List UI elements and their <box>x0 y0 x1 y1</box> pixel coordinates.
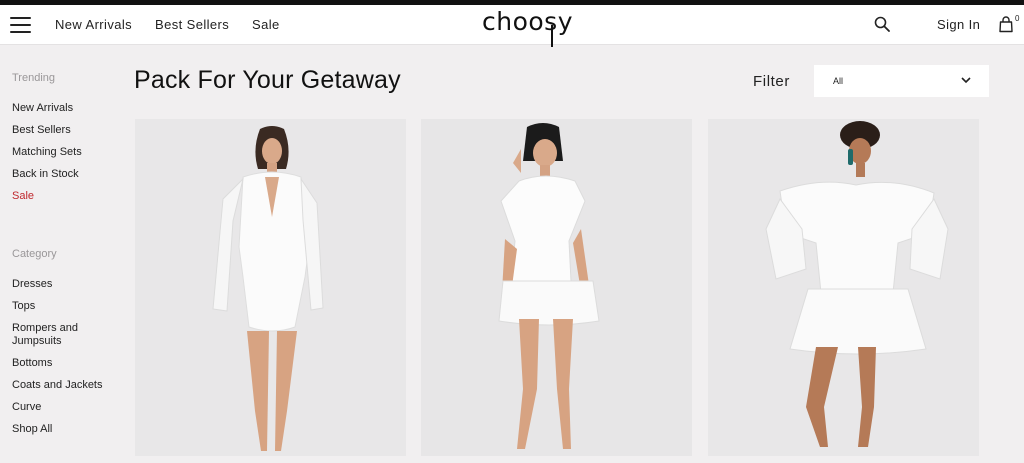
category-heading: Category <box>12 248 57 260</box>
search-icon[interactable] <box>874 16 890 32</box>
page-title: Pack For Your Getaway <box>134 66 401 94</box>
hamburger-menu-icon[interactable] <box>10 17 31 33</box>
filter-label: Filter <box>753 73 790 90</box>
filter-dropdown[interactable]: All <box>814 65 989 97</box>
sidebar-item-curve[interactable]: Curve <box>12 401 41 414</box>
product-image <box>135 119 406 456</box>
sidebar-item-new-arrivals[interactable]: New Arrivals <box>12 102 73 115</box>
sign-in-link[interactable]: Sign In <box>937 17 980 32</box>
product-image <box>708 119 979 456</box>
product-card[interactable] <box>421 119 692 456</box>
nav-sale[interactable]: Sale <box>252 17 280 32</box>
sidebar-item-back-in-stock[interactable]: Back in Stock <box>12 168 79 181</box>
sidebar-item-rompers-and-jumpsuits[interactable]: Rompers and Jumpsuits <box>12 322 92 348</box>
product-card[interactable] <box>135 119 406 456</box>
bag-count-badge: 0 <box>1015 14 1020 23</box>
sidebar-item-tops[interactable]: Tops <box>12 300 35 313</box>
sidebar-item-coats-and-jackets[interactable]: Coats and Jackets <box>12 379 103 392</box>
filter-selected-value: All <box>833 76 844 86</box>
chevron-down-icon <box>961 77 971 84</box>
trending-heading: Trending <box>12 72 56 84</box>
sidebar-item-best-sellers[interactable]: Best Sellers <box>12 124 71 137</box>
product-card[interactable] <box>708 119 979 456</box>
sidebar-item-dresses[interactable]: Dresses <box>12 278 52 291</box>
product-image <box>421 119 692 456</box>
site-header: New Arrivals Best Sellers Sale choosy Si… <box>0 5 1024 47</box>
nav-best-sellers[interactable]: Best Sellers <box>155 17 229 32</box>
nav-new-arrivals[interactable]: New Arrivals <box>55 17 132 32</box>
logo-descender <box>551 25 553 47</box>
sidebar-item-sale[interactable]: Sale <box>12 190 34 203</box>
shopping-bag-icon[interactable] <box>999 16 1013 33</box>
sidebar-item-shop-all[interactable]: Shop All <box>12 423 52 436</box>
sidebar-item-bottoms[interactable]: Bottoms <box>12 357 52 370</box>
sidebar-item-matching-sets[interactable]: Matching Sets <box>12 146 82 159</box>
brand-logo[interactable]: choosy <box>482 7 573 36</box>
